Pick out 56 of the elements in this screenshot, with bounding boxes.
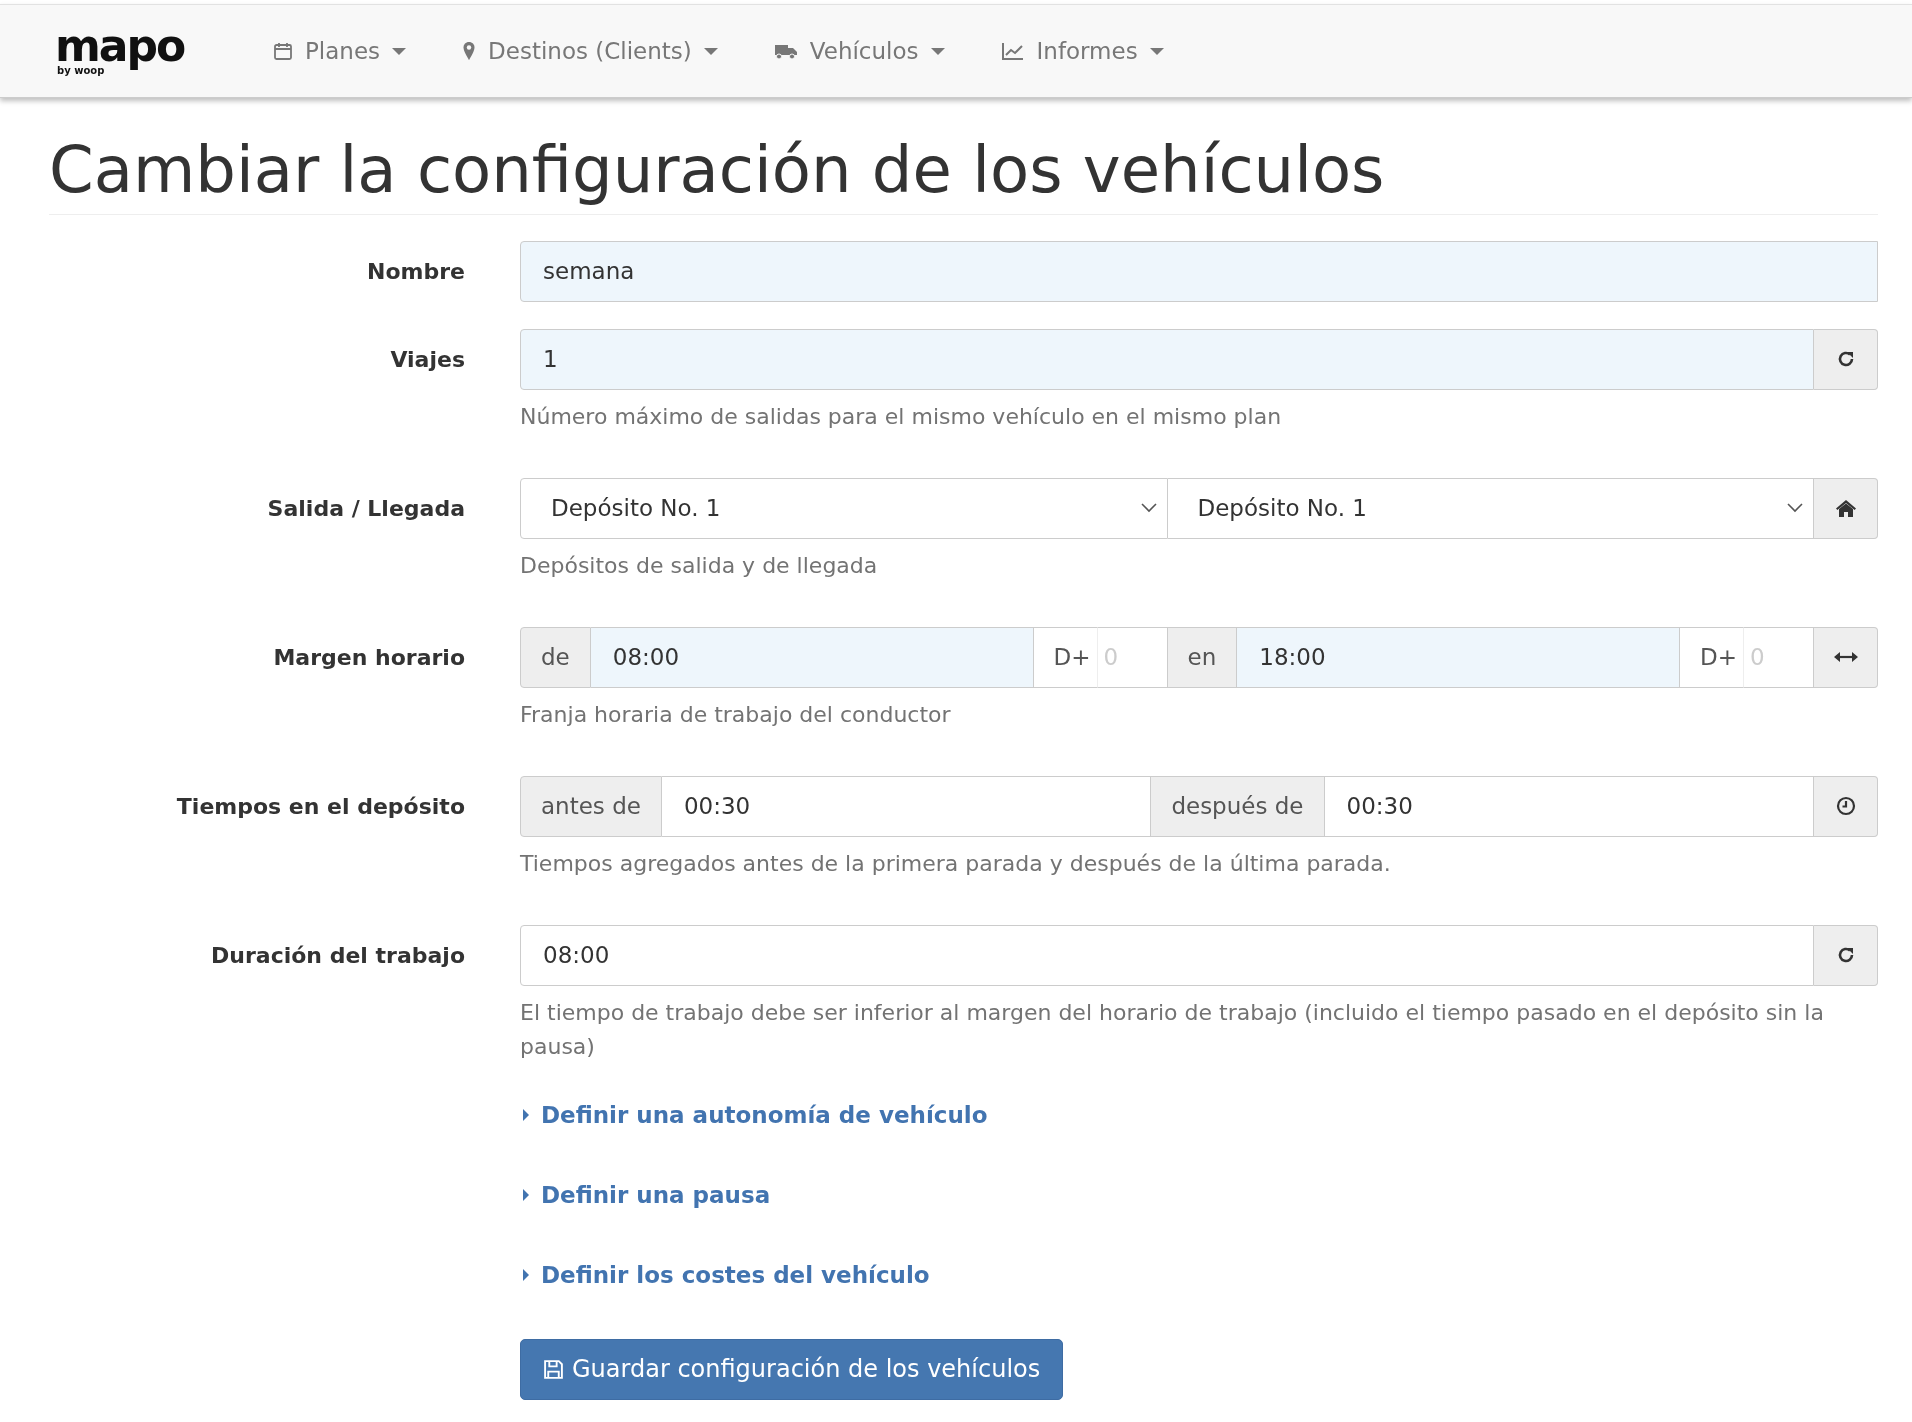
collapsible-link[interactable]: Definir una autonomía de vehículo: [520, 1097, 988, 1132]
caret-icon: [930, 47, 945, 55]
caret-icon: [392, 47, 407, 55]
time-field[interactable]: 08:00: [590, 626, 1034, 688]
input-group-button[interactable]: [1814, 328, 1878, 390]
line-chart-icon: [1000, 41, 1025, 61]
input-addon: después de: [1151, 775, 1325, 837]
clock-icon: [1835, 796, 1856, 817]
caret-icon: [523, 1188, 529, 1201]
field-label: Duración del trabajo: [210, 941, 465, 970]
input-group-button[interactable]: [1814, 626, 1878, 688]
nav-menu-item[interactable]: Destinos (Clients): [434, 38, 746, 64]
select-dropdown[interactable]: Depósito No. 1: [1167, 477, 1814, 539]
nav-menu-item[interactable]: Informes: [972, 38, 1192, 64]
page-title: Cambiar la configuración de los vehículos: [49, 134, 1878, 215]
time-field[interactable]: 18:00: [1237, 626, 1681, 688]
input-addon: D+: [1680, 626, 1744, 688]
help-text: El tiempo de trabajo debe ser inferior al margen del horario de trabajo (incluido el tiempo pasado en el depósito sin la pausa): [520, 998, 1825, 1061]
time-field[interactable]: 00:30: [661, 775, 1152, 837]
nav-menu-item[interactable]: Vehículos: [745, 38, 973, 64]
input-addon: D+: [1033, 626, 1098, 688]
map-marker-icon: [462, 41, 477, 61]
text-field[interactable]: 08:00: [520, 924, 1814, 986]
calendar-icon: [273, 41, 293, 61]
nav-menu-item[interactable]: Planes: [273, 38, 435, 64]
save-button[interactable]: Guardar configuración de los vehículos: [520, 1338, 1064, 1400]
field-label: Nombre: [366, 257, 465, 286]
field-label: Viajes: [389, 345, 465, 374]
select-dropdown[interactable]: Depósito No. 1: [520, 477, 1168, 539]
input-addon: antes de: [520, 775, 662, 837]
time-field[interactable]: 00:30: [1324, 775, 1814, 837]
collapsible-link[interactable]: Definir una pausa: [520, 1177, 771, 1212]
truck-icon: [773, 42, 798, 60]
field-label: Salida / Llegada: [266, 494, 465, 523]
help-text: Número máximo de salidas para el mismo vehículo en el mismo plan: [520, 402, 1283, 431]
chevron-down-icon: [1140, 503, 1157, 514]
text-field[interactable]: 1: [520, 328, 1814, 390]
help-text: Franja horaria de trabajo del conductor: [520, 700, 952, 729]
home-icon: [1834, 499, 1857, 518]
help-text: Depósitos de salida y de llegada: [520, 551, 879, 580]
field-label: Tiempos en el depósito: [175, 792, 465, 821]
caret-icon: [523, 1108, 529, 1121]
input-addon: de: [520, 626, 591, 688]
horizontal-arrows-icon: [1833, 651, 1858, 664]
text-field[interactable]: semana: [520, 240, 1878, 302]
field-label: Margen horario: [272, 643, 465, 672]
input-group-button[interactable]: [1814, 477, 1878, 539]
input-group-button[interactable]: [1814, 775, 1878, 837]
input-group-button[interactable]: [1814, 924, 1878, 986]
collapsible-link[interactable]: Definir los costes del vehículo: [520, 1257, 930, 1292]
caret-icon: [703, 47, 718, 55]
chevron-down-icon: [1787, 503, 1803, 514]
help-text: Tiempos agregados antes de la primera parada y después de la última parada.: [520, 849, 1392, 878]
input-addon: en: [1167, 626, 1238, 688]
caret-icon: [1149, 47, 1164, 55]
caret-icon: [523, 1268, 529, 1281]
